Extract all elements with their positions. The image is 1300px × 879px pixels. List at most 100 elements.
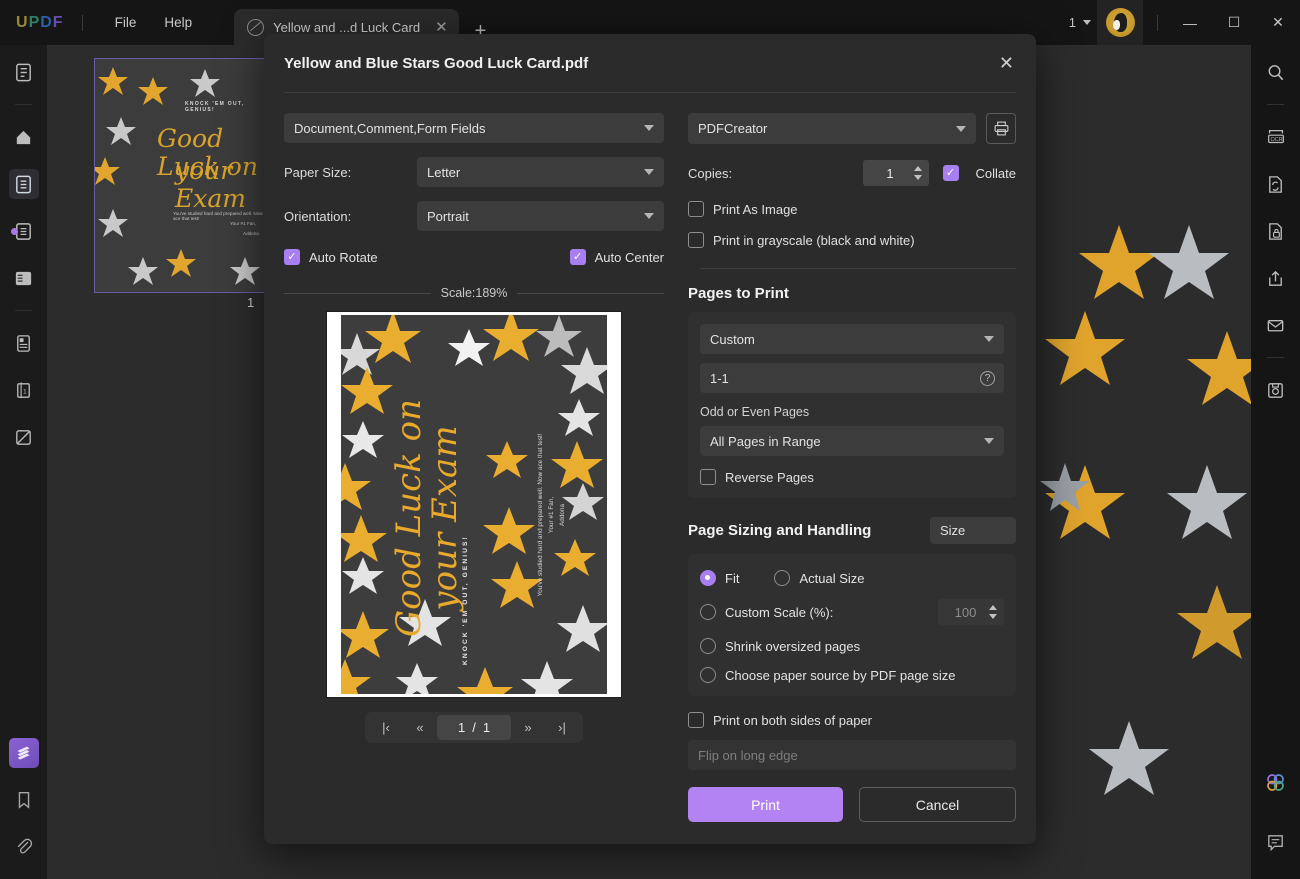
next-page-button[interactable]: » (511, 714, 545, 741)
email-icon[interactable] (1261, 310, 1291, 340)
menu-file[interactable]: File (101, 9, 151, 36)
page-thumbnail[interactable]: KNOCK 'EM OUT, GENIUS! Good Luck on your… (94, 58, 272, 293)
sidebar-item-two-page-view[interactable] (9, 263, 39, 293)
sidebar-item-attachments[interactable] (9, 832, 39, 862)
ocr-icon[interactable]: OCR (1261, 122, 1291, 152)
page-sizing-header: Page Sizing and Handling Size (688, 517, 1016, 544)
page-range-value: 1-1 (710, 370, 729, 386)
tab-label: Yellow and ...d Luck Card (273, 19, 421, 35)
scale-indicator: Scale:189% (284, 286, 664, 300)
preview-title-line1: Good Luck on (389, 398, 429, 637)
previous-page-button[interactable]: « (403, 714, 437, 741)
both-sides-row: Print on both sides of paper (688, 712, 1016, 728)
both-sides-checkbox[interactable] (688, 712, 704, 728)
sidebar-item-page-fit[interactable] (9, 122, 39, 152)
search-icon[interactable] (1261, 57, 1291, 87)
auto-center-checkbox[interactable] (569, 249, 586, 265)
reverse-pages-checkbox[interactable] (700, 469, 716, 485)
ai-assistant-icon[interactable] (1261, 767, 1291, 797)
decrement-icon[interactable] (913, 175, 922, 180)
increment-icon[interactable] (913, 166, 922, 171)
sidebar-item-separate-pages[interactable] (9, 422, 39, 452)
printer-properties-button[interactable] (986, 113, 1016, 144)
reverse-pages-row: Reverse Pages (700, 469, 1004, 485)
titlebar-right: 1 — ☐ ✕ (1063, 0, 1300, 45)
menu-help[interactable]: Help (150, 9, 206, 36)
close-icon[interactable]: ✕ (999, 54, 1014, 72)
collate-checkbox[interactable] (942, 165, 959, 181)
print-button[interactable]: Print (688, 787, 843, 822)
orientation-select[interactable]: Portrait (417, 201, 664, 231)
custom-scale-stepper[interactable]: 100 (938, 599, 1004, 625)
fit-label: Fit (725, 570, 740, 586)
pages-to-print-title: Pages to Print (688, 285, 789, 302)
last-page-button[interactable]: ›| (545, 714, 579, 741)
page-range-input[interactable]: 1-1 ? (700, 363, 1004, 393)
save-icon[interactable] (1261, 375, 1291, 405)
convert-pdf-icon[interactable] (1261, 169, 1291, 199)
page-indicator[interactable]: 1 / 1 (437, 715, 511, 740)
size-mode-select[interactable]: Size (930, 517, 1016, 544)
copies-row: Copies: 1 Collate (688, 160, 1016, 186)
preview-body-1: You've studied hard and prepared well. N… (537, 433, 544, 596)
custom-scale-radio[interactable] (700, 604, 716, 620)
logo-letter-p: P (28, 13, 41, 31)
pages-mode-select[interactable]: Custom (700, 324, 1004, 354)
content-to-print-select[interactable]: Document,Comment,Form Fields (284, 113, 664, 143)
logo-letter-u: U (16, 13, 29, 31)
shrink-oversized-label: Shrink oversized pages (725, 638, 861, 654)
size-mode-value: Size (940, 523, 966, 538)
odd-or-even-label: Odd or Even Pages (700, 405, 810, 419)
help-icon[interactable]: ? (980, 370, 995, 386)
collate-option: Collate (942, 165, 1016, 181)
first-page-button[interactable]: |‹ (369, 714, 403, 741)
tab-close-icon[interactable]: ✕ (435, 20, 448, 35)
grayscale-checkbox[interactable] (688, 232, 704, 248)
odd-or-even-select[interactable]: All Pages in Range (700, 426, 1004, 456)
sidebar-item-bookmarks[interactable] (9, 785, 39, 815)
share-icon[interactable] (1261, 263, 1291, 293)
thumbnail-eyebrow: KNOCK 'EM OUT, GENIUS! (185, 101, 245, 113)
comment-icon[interactable] (1261, 827, 1291, 857)
content-to-print-value: Document,Comment,Form Fields (294, 120, 486, 136)
paper-source-label: Choose paper source by PDF page size (725, 667, 956, 683)
protect-document-icon[interactable] (1261, 216, 1291, 246)
cancel-button[interactable]: Cancel (859, 787, 1016, 822)
shrink-oversized-radio[interactable] (700, 638, 716, 654)
preview-title-line2: your Exam (424, 424, 465, 611)
auto-center-label: Auto Center (594, 249, 664, 265)
print-dialog-title: Yellow and Blue Stars Good Luck Card.pdf (284, 54, 589, 72)
sidebar-item-reader-view[interactable] (9, 57, 39, 87)
preview-pager: |‹ « 1 / 1 » ›| (365, 712, 583, 743)
custom-scale-label: Custom Scale (%): (725, 604, 834, 620)
minimize-button[interactable]: — (1168, 0, 1212, 45)
sidebar-item-single-page[interactable] (8, 169, 39, 199)
copies-stepper[interactable]: 1 (862, 160, 929, 186)
increment-icon[interactable] (989, 605, 997, 610)
flip-edge-select[interactable]: Flip on long edge (688, 740, 1016, 770)
preview-container: KNOCK 'EM OUT, GENIUS! Good Luck on your… (284, 311, 664, 698)
fit-radio[interactable] (700, 570, 716, 586)
user-account-button[interactable] (1097, 0, 1143, 45)
printer-value: PDFCreator (698, 121, 768, 136)
thumbnail-title-line2: your Exam (175, 156, 246, 213)
actual-size-radio[interactable] (774, 570, 791, 586)
print-preview-column: Document,Comment,Form Fields Paper Size:… (284, 113, 664, 844)
window-count-value: 1 (1068, 15, 1076, 30)
sidebar-item-crop-page[interactable]: 1 (9, 375, 39, 405)
decrement-icon[interactable] (989, 614, 997, 619)
auto-rotate-checkbox[interactable] (284, 249, 300, 265)
grayscale-label: Print in grayscale (black and white) (713, 232, 915, 248)
copies-label: Copies: (688, 165, 733, 181)
sidebar-item-layers[interactable] (8, 738, 39, 768)
close-window-button[interactable]: ✕ (1256, 0, 1300, 45)
print-as-image-checkbox[interactable] (688, 201, 704, 217)
print-preview: KNOCK 'EM OUT, GENIUS! Good Luck on your… (326, 311, 622, 698)
logo-letter-f: F (52, 13, 64, 31)
window-count-selector[interactable]: 1 (1063, 15, 1097, 30)
printer-select[interactable]: PDFCreator (688, 113, 976, 144)
paper-source-radio[interactable] (700, 667, 716, 683)
maximize-button[interactable]: ☐ (1212, 0, 1256, 45)
sidebar-item-page-thumbnails[interactable] (9, 328, 39, 358)
paper-size-select[interactable]: Letter (417, 157, 664, 187)
